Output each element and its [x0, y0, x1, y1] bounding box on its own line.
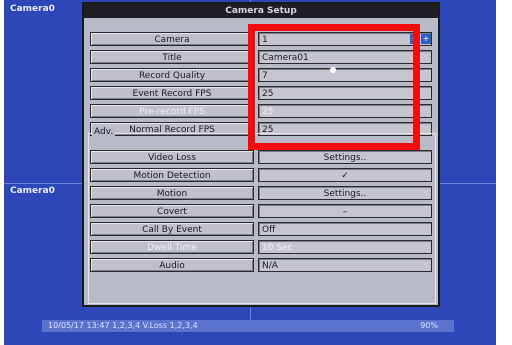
record-quality-select[interactable]: 7 [258, 68, 432, 82]
record-quality-label: Record Quality [90, 68, 254, 82]
event-fps-label: Event Record FPS [90, 86, 254, 100]
camera-label: Camera0 [10, 4, 55, 14]
motion-label: Motion [90, 186, 254, 200]
status-text: 10/05/17 13:47 1,2,3,4 V.Loss 1,2,3,4 [48, 321, 198, 330]
covert-label: Covert [90, 204, 254, 218]
event-fps-select[interactable]: 25 [258, 86, 432, 100]
row-audio: Audio N/A [90, 258, 432, 273]
dwell-time-label: Dwell Time [90, 240, 254, 254]
audio-select[interactable]: N/A [258, 258, 432, 272]
camera-select[interactable]: 1 − + [258, 32, 432, 46]
title-input[interactable]: Camera01 [258, 50, 432, 64]
call-by-event-select[interactable]: Off [258, 222, 432, 236]
covert-checkbox[interactable]: – [258, 204, 432, 218]
motion-settings-button[interactable]: Settings.. [258, 186, 432, 200]
status-bar: 10/05/17 13:47 1,2,3,4 V.Loss 1,2,3,4 90… [42, 320, 454, 332]
video-loss-settings-button[interactable]: Settings.. [258, 150, 432, 164]
row-covert: Covert – [90, 204, 432, 219]
row-dwell-time: Dwell Time 10 Sec [90, 240, 432, 255]
audio-label: Audio [90, 258, 254, 272]
minus-icon[interactable]: − [410, 34, 420, 44]
call-by-event-label: Call By Event [90, 222, 254, 236]
motion-detection-label: Motion Detection [90, 168, 254, 182]
camera-value: 1 [262, 35, 268, 45]
plus-icon[interactable]: + [421, 34, 431, 44]
status-percent: 90% [420, 321, 438, 330]
camera-label-cell: Camera [90, 32, 254, 46]
camera-setup-dialog: Camera Setup Camera 1 − + Title Camera01… [82, 2, 440, 307]
row-call-by-event: Call By Event Off [90, 222, 432, 237]
camera-label: Camera0 [10, 186, 55, 196]
title-label: Title [90, 50, 254, 64]
dwell-time-select[interactable]: 10 Sec [258, 240, 432, 254]
motion-detection-checkbox[interactable]: ✓ [258, 168, 432, 182]
row-motion-detection: Motion Detection ✓ [90, 168, 432, 183]
row-motion: Motion Settings.. [90, 186, 432, 201]
row-pre-record-fps: Pre-record FPS 25 [90, 104, 432, 119]
row-video-loss: Video Loss Settings.. [90, 150, 432, 165]
row-title: Title Camera01 [90, 50, 432, 65]
dialog-title: Camera Setup [84, 4, 438, 18]
pre-record-fps-select[interactable]: 25 [258, 104, 432, 118]
pre-record-fps-label: Pre-record FPS [90, 104, 254, 118]
mouse-cursor-icon [330, 67, 336, 73]
row-record-quality: Record Quality 7 [90, 68, 432, 83]
advanced-group-title: Adv. [92, 127, 116, 138]
video-loss-label: Video Loss [90, 150, 254, 164]
row-event-fps: Event Record FPS 25 [90, 86, 432, 101]
row-camera: Camera 1 − + [90, 32, 432, 47]
